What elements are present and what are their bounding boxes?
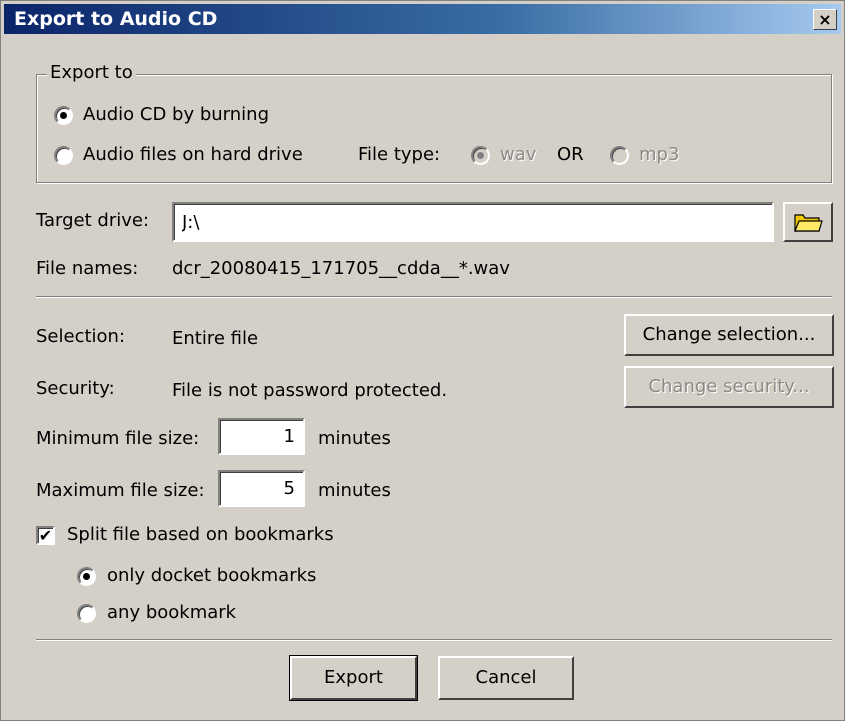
check-mark-icon: ✔	[38, 526, 53, 545]
split-bookmarks-checkbox[interactable]: ✔	[36, 526, 55, 545]
max-size-label: Maximum file size:	[36, 480, 205, 501]
radio-docket-bookmarks[interactable]	[77, 567, 96, 586]
radio-audio-files-label: Audio files on hard drive	[83, 144, 303, 165]
radio-wav[interactable]	[471, 146, 490, 165]
selection-label: Selection:	[36, 326, 126, 347]
cancel-button[interactable]: Cancel	[438, 656, 574, 700]
radio-audio-cd[interactable]	[54, 106, 73, 125]
min-size-input[interactable]	[220, 420, 303, 453]
target-drive-input[interactable]	[174, 204, 772, 240]
window-title: Export to Audio CD	[14, 8, 218, 30]
file-names-value: dcr_20080415_171705__cdda__*.wav	[172, 258, 510, 279]
radio-audio-cd-label: Audio CD by burning	[83, 104, 269, 125]
security-value: File is not password protected.	[172, 380, 448, 401]
radio-any-bookmark-label: any bookmark	[107, 602, 237, 623]
min-size-label: Minimum file size:	[36, 428, 200, 449]
radio-docket-bookmarks-label: only docket bookmarks	[107, 565, 317, 586]
split-bookmarks-label: Split file based on bookmarks	[67, 524, 334, 545]
min-size-unit: minutes	[318, 428, 391, 449]
close-icon: ×	[818, 10, 832, 29]
radio-mp3[interactable]	[610, 146, 629, 165]
or-label: OR	[557, 144, 584, 165]
folder-icon	[794, 214, 823, 232]
title-bar[interactable]: Export to Audio CD ×	[4, 4, 841, 34]
divider-top	[36, 296, 832, 298]
radio-audio-files[interactable]	[54, 146, 73, 165]
close-button[interactable]: ×	[813, 9, 837, 30]
change-selection-button[interactable]: Change selection...	[624, 314, 834, 356]
browse-folder-button[interactable]	[783, 202, 833, 242]
min-size-field[interactable]	[218, 418, 305, 455]
target-drive-field[interactable]	[172, 202, 774, 242]
export-to-group: Export to	[36, 62, 832, 183]
max-size-input[interactable]	[220, 472, 303, 505]
divider-bottom	[36, 639, 832, 641]
selection-value: Entire file	[172, 328, 259, 349]
export-button[interactable]: Export	[289, 655, 418, 701]
file-type-label: File type:	[358, 144, 441, 165]
radio-any-bookmark[interactable]	[77, 604, 96, 623]
change-security-button[interactable]: Change security...	[624, 366, 834, 408]
file-names-label: File names:	[36, 258, 139, 279]
target-drive-label: Target drive:	[36, 210, 150, 231]
export-to-legend: Export to	[47, 62, 136, 83]
security-label: Security:	[36, 378, 115, 399]
export-dialog: Export to Audio CD × Export to Audio CD …	[0, 0, 845, 721]
max-size-unit: minutes	[318, 480, 391, 501]
radio-mp3-label: mp3	[639, 144, 680, 165]
max-size-field[interactable]	[218, 470, 305, 507]
radio-wav-label: wav	[500, 144, 537, 165]
